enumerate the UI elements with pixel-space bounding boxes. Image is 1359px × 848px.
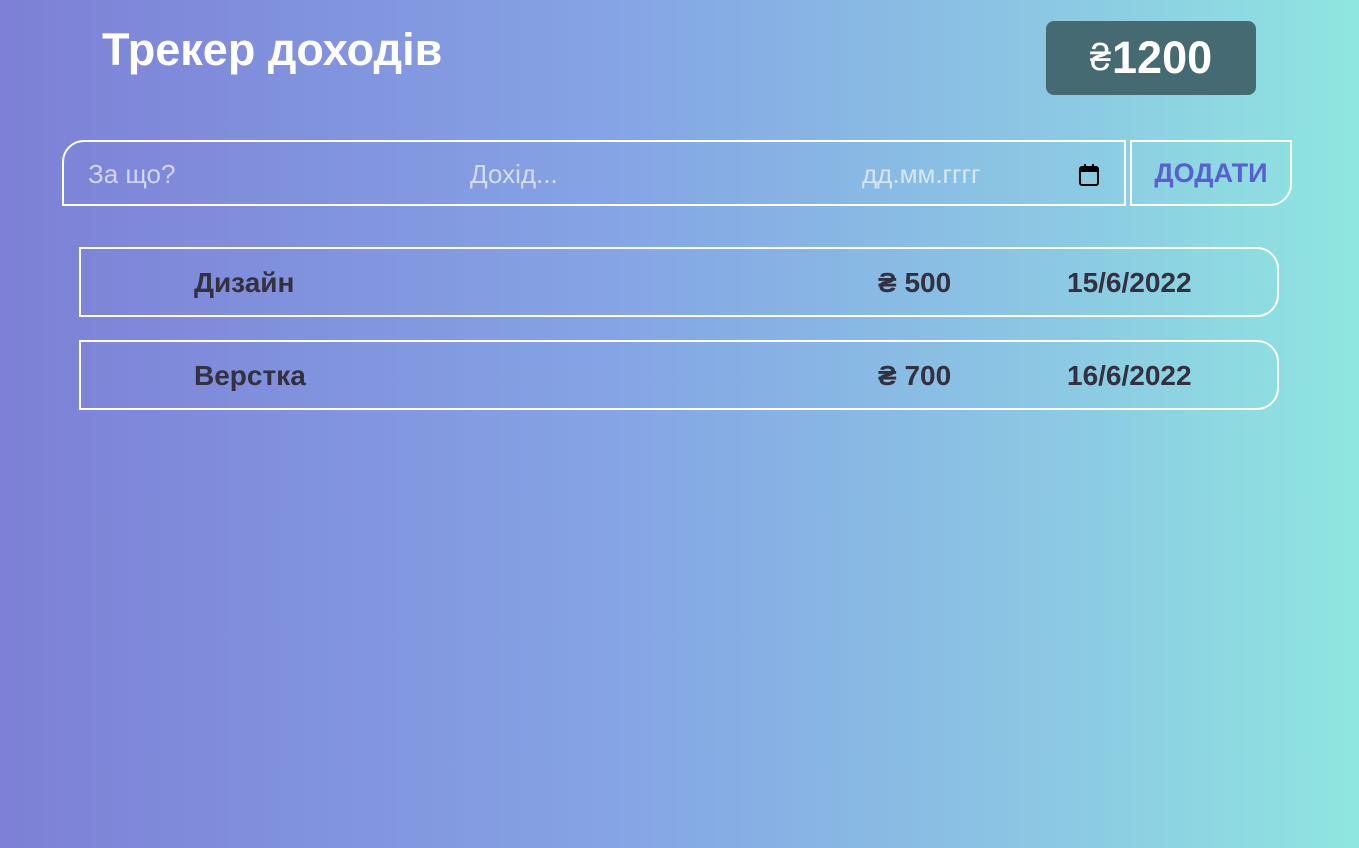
calendar-icon[interactable]	[1078, 163, 1100, 187]
total-badge: ₴ 1200	[1046, 21, 1256, 95]
what-input[interactable]	[88, 157, 428, 191]
entry-amount: ₴ 700	[878, 360, 952, 391]
add-button[interactable]: ДОДАТИ	[1130, 140, 1292, 206]
list-item: Верстка ₴ 700 16/6/2022	[79, 340, 1279, 410]
entry-date: 16/6/2022	[1067, 360, 1192, 391]
entry-name: Верстка	[194, 360, 306, 391]
total-value: 1200	[1112, 32, 1213, 83]
entry-name: Дизайн	[194, 267, 295, 298]
amount-input[interactable]	[470, 157, 810, 191]
income-form: дд.мм.гггг ДОДАТИ	[62, 140, 1292, 206]
entry-date: 15/6/2022	[1067, 267, 1192, 298]
entry-amount: ₴ 500	[878, 267, 952, 298]
page-title: Трекер доходів	[102, 24, 443, 75]
total-currency: ₴	[1089, 36, 1112, 79]
form-fields: дд.мм.гггг	[62, 140, 1126, 206]
list-item: Дизайн ₴ 500 15/6/2022	[79, 247, 1279, 317]
date-input[interactable]: дд.мм.гггг	[862, 159, 980, 190]
